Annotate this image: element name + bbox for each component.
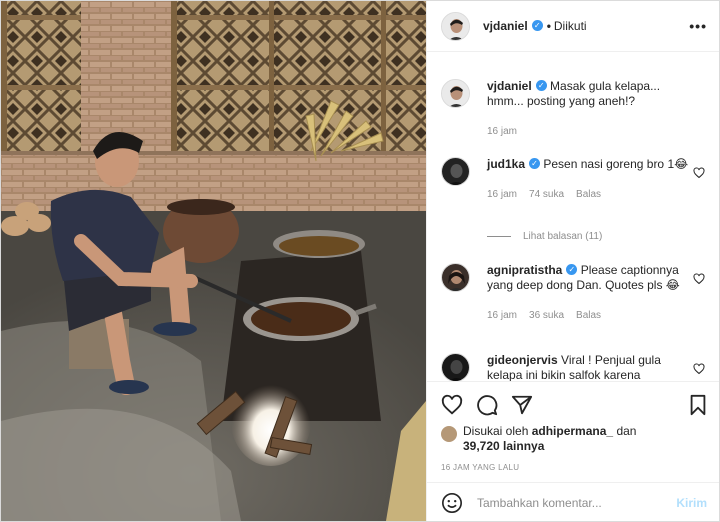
caption-body: vjdaniel ✓ Masak gula kelapa... hmm... po…: [487, 79, 693, 139]
likes-suffix[interactable]: lainnya: [503, 439, 544, 453]
comment-likes[interactable]: 74 suka: [529, 187, 564, 202]
commenter-username[interactable]: jud1ka: [487, 157, 525, 171]
commenter-avatar[interactable]: [441, 157, 470, 186]
comment-item: gideonjervis Viral ! Penjual gula kelapa…: [441, 353, 709, 381]
likes-prefix: Disukai oleh: [463, 424, 529, 438]
verified-icon: ✓: [566, 264, 578, 276]
likes-text: Disukai oleh adhipermana_ dan 39,720 lai…: [463, 424, 636, 454]
caption-time: 16 jam: [487, 126, 518, 137]
verified-icon: ✓: [531, 19, 543, 31]
reply-button[interactable]: Balas: [576, 187, 601, 202]
caption-avatar[interactable]: [441, 79, 470, 108]
more-options-icon[interactable]: •••: [689, 18, 707, 34]
comment-time: 16 jam: [487, 189, 518, 200]
caption-item: vjdaniel ✓ Masak gula kelapa... hmm... po…: [441, 79, 709, 139]
commenter-username[interactable]: agnipratistha: [487, 263, 562, 277]
comments-list[interactable]: vjdaniel ✓ Masak gula kelapa... hmm... po…: [427, 53, 719, 381]
liker-username[interactable]: adhipermana_: [532, 424, 613, 438]
verified-icon: ✓: [535, 80, 547, 92]
liker-avatar[interactable]: [441, 426, 457, 442]
replies-divider: [487, 236, 511, 237]
view-replies-label[interactable]: Lihat balasan (11): [523, 231, 602, 242]
post-header: vjdaniel ✓ • Diikuti •••: [427, 1, 719, 52]
comment-body: agnipratistha ✓ Please captionnya yang de…: [487, 263, 693, 323]
likes-count[interactable]: 39,720: [463, 439, 500, 453]
verified-icon: ✓: [529, 158, 541, 170]
comment-item: agnipratistha ✓ Please captionnya yang de…: [441, 263, 709, 323]
separator-dot: •: [546, 19, 551, 33]
commenter-avatar[interactable]: [441, 353, 470, 381]
commenter-avatar[interactable]: [441, 263, 470, 292]
add-comment-bar: Tambahkan komentar... Kirim: [427, 482, 719, 522]
instagram-post: vjdaniel ✓ • Diikuti ••• vjdaniel ✓ Masa…: [0, 0, 720, 522]
comment-text: Pesen nasi goreng bro 1😂: [543, 157, 689, 171]
likes-summary: Disukai oleh adhipermana_ dan 39,720 lai…: [441, 424, 636, 454]
view-replies-link[interactable]: Lihat balasan (11): [487, 231, 602, 242]
action-icons: [441, 394, 533, 416]
like-comment-heart-icon[interactable]: [693, 363, 705, 375]
send-comment-button[interactable]: Kirim: [676, 496, 707, 510]
like-heart-icon[interactable]: [441, 394, 463, 416]
comment-meta: 16 jam 36 suka Balas: [487, 308, 693, 323]
emoji-icon[interactable]: [441, 492, 463, 514]
author-username[interactable]: vjdaniel: [483, 19, 528, 33]
caption-username[interactable]: vjdaniel: [487, 79, 532, 93]
post-photo[interactable]: [1, 1, 426, 521]
comment-input[interactable]: Tambahkan komentar...: [477, 496, 602, 510]
caption-meta: 16 jam: [487, 124, 693, 139]
post-side-panel: vjdaniel ✓ • Diikuti ••• vjdaniel ✓ Masa…: [426, 1, 719, 521]
like-comment-heart-icon[interactable]: [693, 273, 705, 285]
comment-bubble-icon[interactable]: [476, 394, 498, 416]
share-paper-plane-icon[interactable]: [511, 394, 533, 416]
post-timestamp[interactable]: 16 JAM YANG LALU: [441, 463, 519, 472]
save-bookmark-icon[interactable]: [687, 394, 709, 416]
post-actions: Disukai oleh adhipermana_ dan 39,720 lai…: [427, 381, 719, 521]
comment-time: 16 jam: [487, 310, 518, 321]
like-comment-heart-icon[interactable]: [693, 167, 705, 179]
comment-body: gideonjervis Viral ! Penjual gula kelapa…: [487, 353, 693, 381]
comment-likes[interactable]: 36 suka: [529, 308, 564, 323]
reply-button[interactable]: Balas: [576, 308, 601, 323]
comment-item: jud1ka ✓ Pesen nasi goreng bro 1😂 16 jam …: [441, 157, 709, 202]
commenter-username[interactable]: gideonjervis: [487, 353, 558, 367]
author-avatar[interactable]: [441, 11, 470, 41]
comment-body: jud1ka ✓ Pesen nasi goreng bro 1😂 16 jam …: [487, 157, 693, 202]
comment-meta: 16 jam 74 suka Balas: [487, 187, 693, 202]
follow-status[interactable]: Diikuti: [554, 19, 587, 33]
likes-joiner: dan: [616, 424, 637, 438]
